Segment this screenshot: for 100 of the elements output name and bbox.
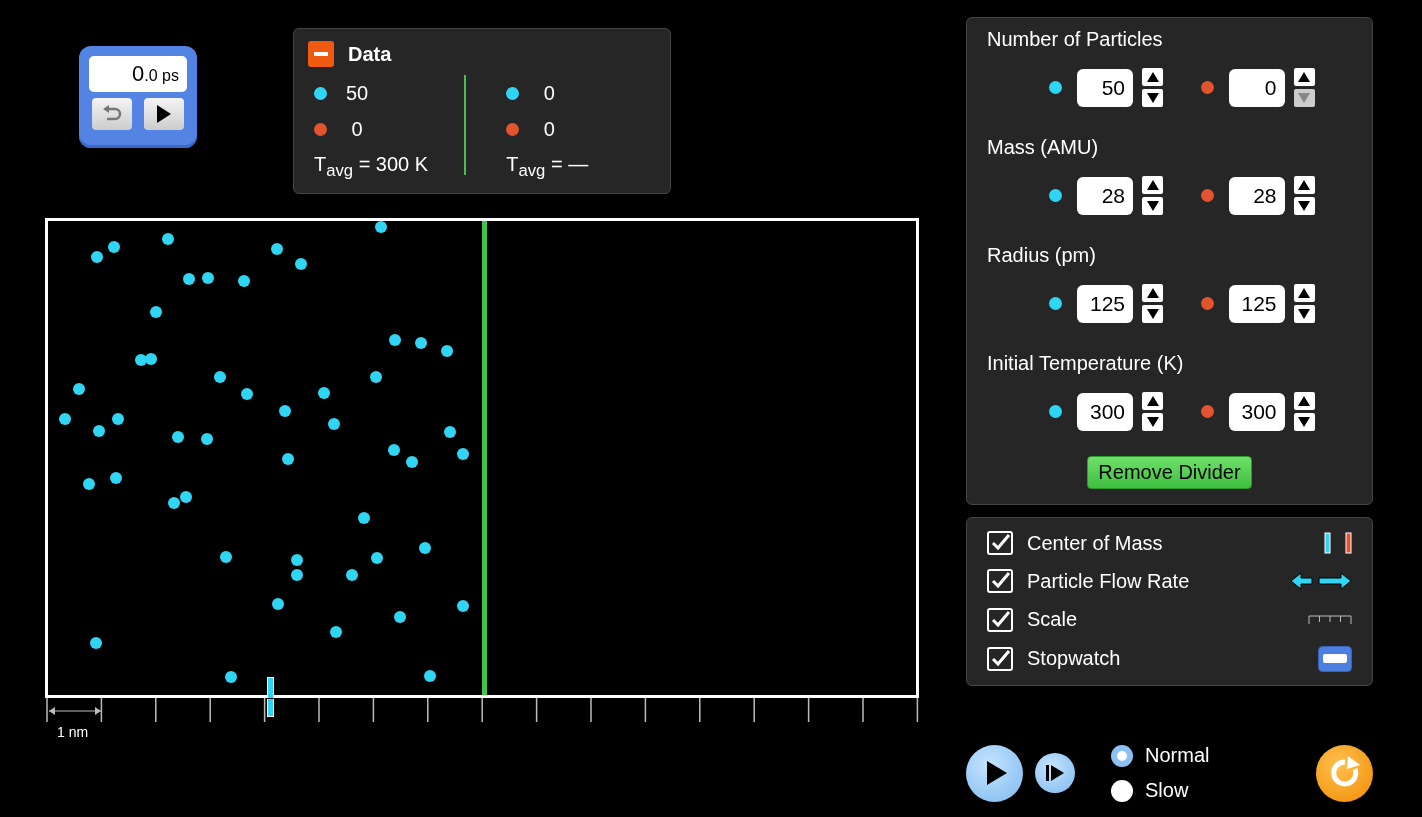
particle [375,221,387,233]
down-icon [1146,417,1159,427]
increment-button[interactable] [1142,284,1163,302]
particle [220,551,232,563]
up-icon [1146,288,1159,298]
particle [346,569,358,581]
particle [90,637,102,649]
reset-button[interactable] [92,98,132,130]
increment-button[interactable] [1142,176,1163,194]
increment-button[interactable] [1293,176,1315,194]
particle [406,456,418,468]
parameter-label: Mass (AMU) [987,136,1100,160]
decrement-button[interactable] [1142,305,1163,323]
parameter-label: Number of Particles [987,28,1164,52]
particle [457,448,469,460]
particle [59,413,71,425]
particle [295,258,307,270]
particle [73,383,85,395]
particle [83,478,95,490]
particle [108,241,120,253]
particle [150,306,162,318]
down-icon [1146,93,1159,103]
undo-icon [102,105,122,123]
decrement-button[interactable] [1293,197,1315,215]
reset-all-button[interactable] [1316,744,1373,802]
number-field[interactable]: 28 [1228,176,1285,215]
up-icon [1298,396,1310,406]
particle [168,497,180,509]
increment-button[interactable] [1293,284,1315,302]
number-field[interactable]: 125 [1228,284,1285,323]
particle [444,426,456,438]
speed-label: Slow [1145,779,1189,802]
option-label: Stopwatch [1027,647,1121,671]
number-field[interactable]: 300 [1228,392,1285,431]
particle [272,598,284,610]
increment-button[interactable] [1293,392,1315,410]
collapse-button[interactable] [308,41,334,67]
time-display: 0.0 ps [89,56,187,92]
checkbox[interactable] [987,569,1013,594]
particle [370,371,382,383]
particle [318,387,330,399]
particle [172,431,184,443]
particle [358,512,370,524]
radio-button[interactable] [1111,744,1133,767]
parameter-label: Radius (pm) [987,244,1097,268]
number-field[interactable]: 50 [1077,68,1133,107]
number-field[interactable]: 0 [1228,68,1285,107]
decrement-button[interactable] [1142,197,1163,215]
particle [93,425,105,437]
down-icon [1146,201,1159,211]
particle [238,275,250,287]
checkbox[interactable] [987,646,1013,671]
particle [162,233,174,245]
down-icon [1298,93,1310,103]
decrement-button[interactable] [1142,413,1163,431]
panel-title: Data [348,42,392,66]
option-label: Particle Flow Rate [1027,569,1190,593]
play-icon [986,760,1008,786]
particle-count: 50 [344,81,370,105]
particle [145,353,157,365]
decrement-button[interactable] [1293,305,1315,323]
particle-count: 0 [350,117,364,141]
particle [441,345,453,357]
increment-button[interactable] [1293,68,1315,86]
particle [225,671,237,683]
down-icon [1298,201,1310,211]
checkbox[interactable] [987,607,1013,632]
particle [214,371,226,383]
checkbox[interactable] [987,531,1013,556]
particle [415,337,427,349]
up-icon [1146,396,1159,406]
radio-button[interactable] [1111,779,1133,802]
particle [135,354,147,366]
step-button[interactable] [1035,753,1075,793]
decrement-button[interactable] [1142,89,1163,107]
play-button[interactable] [966,744,1023,802]
down-icon [1298,309,1310,319]
particle [282,453,294,465]
remove-divider-button[interactable]: Remove Divider [1087,456,1252,489]
particle [279,405,291,417]
double-arrow-icon [1290,572,1352,591]
number-field[interactable]: 28 [1077,176,1133,215]
down-icon [1146,309,1159,319]
particle [201,433,213,445]
down-icon [1298,417,1310,427]
number-field[interactable]: 125 [1077,284,1133,323]
play-button[interactable] [144,98,184,130]
parameter-label: Initial Temperature (K) [987,352,1185,376]
step-icon [1046,764,1064,782]
particle [180,491,192,503]
number-field[interactable]: 300 [1077,392,1133,431]
average-temperature: T$_{avg}$ = 300 K [314,153,430,181]
increment-button[interactable] [1142,392,1163,410]
increment-button[interactable] [1142,68,1163,86]
minus-icon [314,52,328,56]
decrement-button[interactable] [1293,413,1315,431]
particle [110,472,122,484]
speed-label: Normal [1145,744,1210,767]
particle [271,243,283,255]
particle [457,600,469,612]
